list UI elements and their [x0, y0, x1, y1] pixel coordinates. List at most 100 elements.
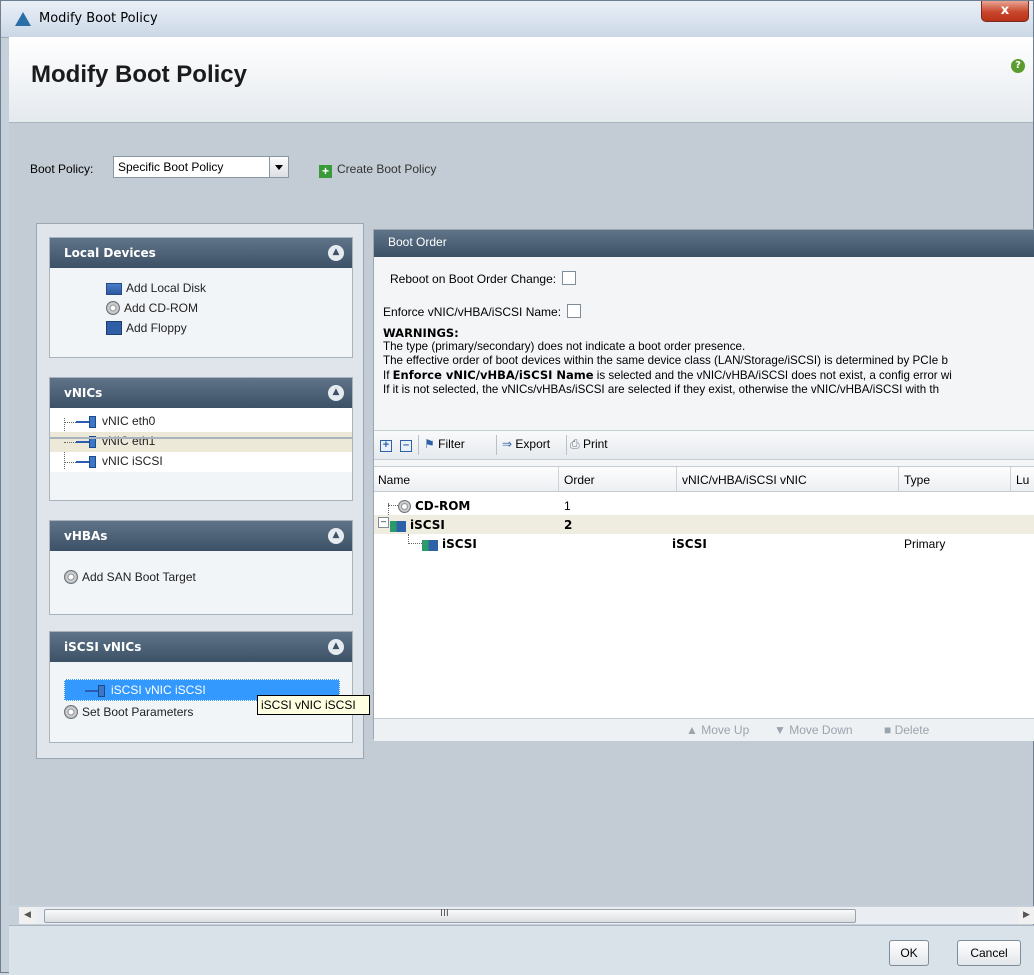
add-san-boot-target[interactable]: Add SAN Boot Target	[64, 570, 196, 584]
vnic-icon	[76, 416, 98, 428]
row-order: 2	[564, 518, 573, 532]
expand-all-icon[interactable]: +	[380, 437, 392, 452]
set-boot-parameters-label: Set Boot Parameters	[82, 705, 194, 719]
vhbas-header[interactable]: vHBAs ▲	[50, 521, 352, 551]
vnics-panel: vNICs ▲ vNIC eth0 vNIC eth1 vNIC iSCSI	[49, 377, 353, 501]
create-boot-policy-link[interactable]: + Create Boot Policy	[319, 162, 436, 178]
vhbas-panel: vHBAs ▲ Add SAN Boot Target	[49, 520, 353, 615]
add-floppy[interactable]: Add Floppy	[106, 321, 187, 335]
warning-line-1: The type (primary/secondary) does not in…	[383, 340, 746, 353]
vnics-title: vNICs	[64, 386, 103, 400]
print-button[interactable]: ⎙ Print	[570, 437, 608, 452]
column-name[interactable]: Name	[378, 473, 410, 487]
warnings-text: WARNINGS: The type (primary/secondary) d…	[383, 326, 1034, 397]
collapse-icon[interactable]: ▲	[328, 528, 344, 544]
iscsi-vnics-header[interactable]: iSCSI vNICs ▲	[50, 632, 352, 662]
boot-policy-select[interactable]: Specific Boot Policy	[113, 156, 289, 178]
collapse-icon[interactable]: ▲	[328, 245, 344, 261]
iscsi-child-name-text: iSCSI	[442, 537, 477, 551]
scroll-thumb[interactable]: III	[44, 908, 856, 923]
chevron-down-icon[interactable]	[269, 157, 288, 177]
trash-icon: ■	[884, 723, 892, 737]
reboot-checkbox[interactable]	[562, 271, 577, 285]
vnic-eth0-row[interactable]: vNIC eth0	[50, 412, 352, 432]
tooltip: iSCSI vNIC iSCSI	[257, 695, 370, 715]
table-row[interactable]: – iSCSI 2	[374, 515, 1034, 534]
arrow-down-icon: ▼	[774, 723, 786, 737]
export-label: Export	[515, 437, 551, 451]
iscsi-vnics-title: iSCSI vNICs	[64, 640, 142, 654]
reboot-label: Reboot on Boot Order Change:	[390, 272, 557, 286]
button-bar: OK Cancel	[9, 925, 1034, 975]
column-type[interactable]: Type	[904, 473, 930, 487]
cdrom-icon	[64, 705, 78, 719]
disk-icon	[106, 283, 122, 295]
row-order: 1	[564, 499, 571, 513]
boot-order-table: Name Order vNIC/vHBA/iSCSI vNIC Type Lu …	[374, 466, 1034, 719]
app-icon	[15, 12, 31, 26]
export-button[interactable]: ⇒ Export	[502, 437, 550, 451]
add-cd-rom[interactable]: Add CD-ROM	[106, 301, 198, 315]
add-san-boot-target-label: Add SAN Boot Target	[82, 570, 196, 584]
cancel-button[interactable]: Cancel	[957, 940, 1021, 966]
vnic-iscsi-row[interactable]: vNIC iSCSI	[50, 452, 352, 472]
warning-line-3: If Enforce vNIC/vHBA/iSCSI Name is selec…	[383, 368, 1034, 383]
table-row[interactable]: CD-ROM 1	[374, 496, 1034, 515]
cdrom-icon	[64, 570, 78, 584]
boot-policy-label: Boot Policy:	[30, 162, 94, 176]
local-devices-panel: Local Devices ▲ Add Local Disk Add CD-ROM…	[49, 237, 353, 358]
local-devices-header[interactable]: Local Devices ▲	[50, 238, 352, 268]
arrow-up-icon: ▲	[686, 723, 698, 737]
help-icon[interactable]: ?	[1011, 59, 1025, 73]
row-name: iSCSI	[422, 537, 477, 551]
add-local-disk-label: Add Local Disk	[126, 281, 207, 295]
vnic-eth1-row[interactable]: vNIC eth1	[50, 432, 352, 452]
scroll-right-icon[interactable]: ▶	[1018, 907, 1034, 924]
scroll-left-icon[interactable]: ◀	[19, 907, 36, 924]
collapse-all-icon[interactable]: –	[400, 437, 412, 452]
move-up-label: Move Up	[701, 723, 750, 737]
delete-button[interactable]: ■ Delete	[884, 723, 929, 737]
vnic-icon	[85, 685, 107, 697]
reboot-option: Reboot on Boot Order Change:	[390, 271, 577, 286]
create-boot-policy-label: Create Boot Policy	[337, 162, 437, 176]
warning-line-4: If it is not selected, the vNICs/vHBAs/i…	[383, 383, 940, 396]
collapse-icon[interactable]: ▲	[328, 385, 344, 401]
move-up-button[interactable]: ▲ Move Up	[686, 723, 749, 737]
vhbas-title: vHBAs	[64, 529, 108, 543]
collapse-icon[interactable]: ▲	[328, 639, 344, 655]
enforce-checkbox[interactable]	[567, 304, 582, 318]
horizontal-scrollbar[interactable]: ◀ III ▶	[19, 906, 1034, 924]
filter-button[interactable]: ⚑ Filter	[424, 437, 465, 451]
row-name: CD-ROM	[398, 499, 470, 513]
warnings-heading: WARNINGS:	[383, 326, 459, 340]
title-bar: Modify Boot Policy x	[1, 1, 1033, 38]
filter-icon: ⚑	[424, 437, 435, 451]
iscsi-icon	[390, 521, 406, 532]
floppy-icon	[106, 321, 122, 335]
export-icon: ⇒	[502, 437, 513, 451]
vnics-header[interactable]: vNICs ▲	[50, 378, 352, 408]
add-local-disk[interactable]: Add Local Disk	[106, 281, 206, 295]
boot-order-header: Boot Order	[374, 230, 1034, 257]
iscsi-vnic-iscsi-label: iSCSI vNIC iSCSI	[111, 683, 206, 697]
boot-policy-selected-value: Specific Boot Policy	[118, 160, 224, 174]
column-vnic[interactable]: vNIC/vHBA/iSCSI vNIC	[682, 473, 807, 487]
ok-button[interactable]: OK	[889, 940, 929, 966]
close-button[interactable]: x	[981, 1, 1029, 22]
move-down-label: Move Down	[789, 723, 853, 737]
column-lun[interactable]: Lu	[1016, 473, 1029, 487]
window-title: Modify Boot Policy	[39, 11, 158, 26]
iscsi-icon	[422, 540, 438, 551]
set-boot-parameters[interactable]: Set Boot Parameters	[64, 705, 193, 719]
warning-line-2: The effective order of boot devices with…	[383, 354, 948, 367]
tree-collapse-icon[interactable]: –	[378, 517, 389, 528]
column-order[interactable]: Order	[564, 473, 595, 487]
print-icon: ⎙	[570, 437, 580, 451]
add-floppy-label: Add Floppy	[126, 321, 187, 335]
cdrom-icon	[398, 500, 411, 513]
table-row[interactable]: iSCSI iSCSI Primary	[374, 534, 1034, 553]
iscsi-vnics-panel: iSCSI vNICs ▲ iSCSI vNIC iSCSI Set Boot P…	[49, 631, 353, 743]
move-down-button[interactable]: ▼ Move Down	[774, 723, 853, 737]
warning-line-3-suffix: is selected and the vNIC/vHBA/iSCSI does…	[593, 369, 952, 382]
